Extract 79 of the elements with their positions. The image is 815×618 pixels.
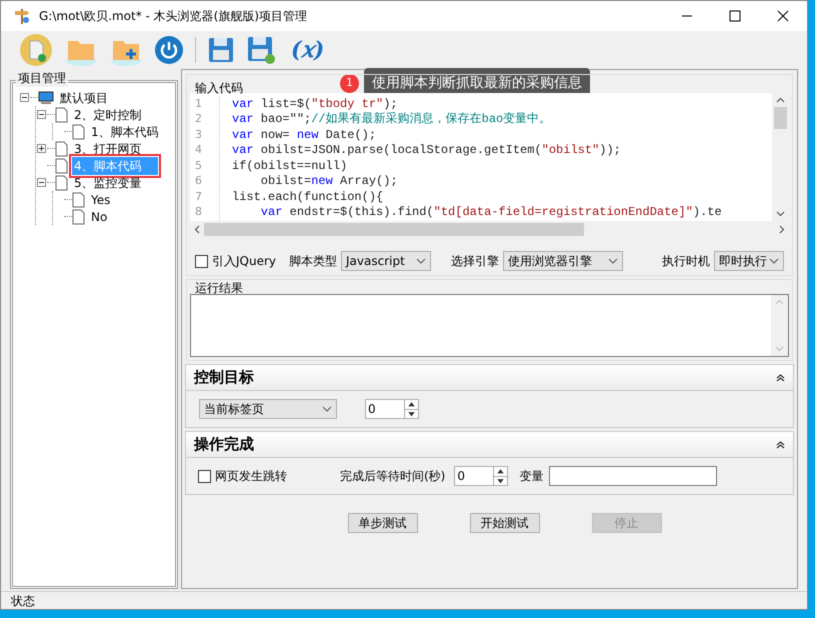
maximize-icon[interactable] xyxy=(729,10,741,22)
section-title: 控制目标 xyxy=(194,367,254,388)
step-badge: 1 xyxy=(340,74,359,93)
chevron-down-icon xyxy=(322,406,332,412)
chevron-down-icon xyxy=(608,258,618,264)
checkbox[interactable]: 网页发生跳转 xyxy=(198,467,287,485)
save-as-icon[interactable] xyxy=(246,35,276,65)
number-spinner[interactable]: 0 xyxy=(365,399,419,419)
close-icon[interactable] xyxy=(777,10,789,22)
code-line: var obilst=JSON.parse(localStorage.getItem("obilst")); xyxy=(231,142,621,160)
document-icon xyxy=(72,124,85,140)
variable-input[interactable] xyxy=(549,466,718,486)
new-document-icon[interactable] xyxy=(19,33,53,67)
tree-item[interactable]: 2、定时控制 xyxy=(72,106,144,124)
collapse-icon[interactable] xyxy=(37,178,46,187)
tree-item[interactable]: 1、脚本代码 xyxy=(89,122,161,140)
field-label: 脚本类型 xyxy=(289,253,338,270)
code-line: list.each(function(){ xyxy=(231,188,384,206)
field-label: 变量 xyxy=(519,468,544,485)
variable-button[interactable]: (𝑥) xyxy=(287,34,328,66)
line-number: 1 xyxy=(190,96,220,112)
tree-item[interactable]: No xyxy=(89,208,110,226)
line-number: 5 xyxy=(190,158,220,174)
spin-down-icon[interactable] xyxy=(405,408,418,418)
document-icon xyxy=(72,192,85,208)
scroll-down-icon[interactable] xyxy=(776,211,785,217)
document-icon xyxy=(55,174,68,190)
tree-item[interactable]: 5、监控变量 xyxy=(72,174,144,192)
power-icon[interactable] xyxy=(154,35,184,65)
checkbox[interactable]: 引入JQuery xyxy=(195,252,276,270)
line-number: 6 xyxy=(190,173,220,190)
collapse-up-icon[interactable] xyxy=(776,440,785,449)
expand-icon[interactable] xyxy=(37,144,46,153)
line-number: 2 xyxy=(190,111,220,128)
number-spinner[interactable]: 0 xyxy=(454,466,508,486)
spin-down-icon[interactable] xyxy=(494,476,508,485)
engine-dropdown[interactable]: 使用浏览器引擎 xyxy=(503,251,624,271)
collapse-up-icon[interactable] xyxy=(776,373,785,382)
chevron-down-icon xyxy=(416,258,426,264)
action-button[interactable]: 单步测试 xyxy=(348,513,418,533)
scroll-left-icon[interactable] xyxy=(194,225,200,234)
document-icon xyxy=(55,106,68,122)
scroll-thumb[interactable] xyxy=(774,107,787,129)
panel-title: 项目管理 xyxy=(16,69,68,87)
action-button[interactable]: 开始测试 xyxy=(470,513,540,533)
tab-dropdown[interactable]: 当前标签页 xyxy=(199,399,337,419)
collapse-icon[interactable] xyxy=(20,93,29,102)
horizontal-scrollbar[interactable] xyxy=(190,221,789,238)
script-type-dropdown[interactable]: Javascript xyxy=(341,251,432,271)
tree-item[interactable]: 默认项目 xyxy=(58,88,110,106)
document-icon xyxy=(55,140,68,156)
timing-dropdown[interactable]: 即时执行 xyxy=(714,251,784,271)
signpost-icon xyxy=(13,7,31,25)
section-title: 操作完成 xyxy=(194,434,254,456)
chevron-down-icon xyxy=(769,258,779,264)
line-number: 7 xyxy=(190,188,220,205)
code-line: var now= new Date(); xyxy=(231,126,376,144)
code-line: obilst=new Array(); xyxy=(260,173,398,190)
document-icon xyxy=(55,158,68,174)
line-number: 4 xyxy=(190,142,220,158)
field-label: 完成后等待时间(秒) xyxy=(340,468,446,485)
save-icon[interactable] xyxy=(207,36,235,64)
status-text: 状态 xyxy=(11,592,35,610)
window-title: G:\mot\欧贝.mot* - 木头浏览器(旗舰版)项目管理 xyxy=(39,8,308,25)
group-title: 运行结果 xyxy=(195,280,243,297)
scroll-thumb[interactable] xyxy=(204,223,584,236)
collapse-icon[interactable] xyxy=(37,110,46,119)
document-icon xyxy=(72,208,85,224)
scroll-right-icon[interactable] xyxy=(779,225,785,234)
field-label: 执行时机 xyxy=(662,253,710,270)
code-line: var endstr=$(this).find("td[data-field=registrationEndDate]").te xyxy=(260,204,722,221)
line-number: 3 xyxy=(190,126,220,143)
code-line: if(obilst==null) xyxy=(231,158,348,175)
scroll-up-icon[interactable] xyxy=(776,97,785,103)
group-title: 输入代码 xyxy=(195,80,243,97)
code-editor[interactable] xyxy=(190,93,789,238)
code-line: var bao="";//如果有最新采购消息，保存在bao变量中。 xyxy=(231,111,552,128)
tree-item[interactable]: Yes xyxy=(89,190,112,208)
field-label: 选择引擎 xyxy=(451,253,500,270)
